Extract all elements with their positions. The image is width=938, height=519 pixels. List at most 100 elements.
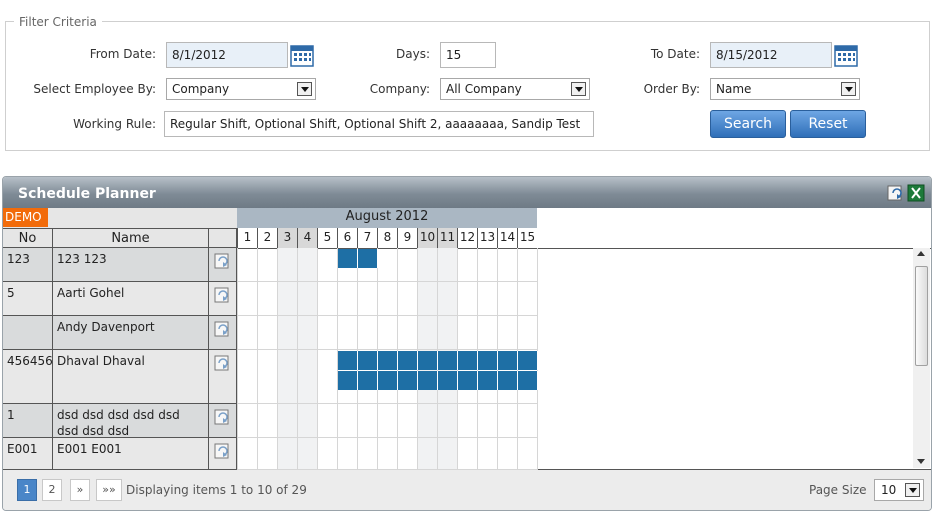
scheduled-shift-block[interactable] xyxy=(398,351,418,370)
scheduled-shift-block[interactable] xyxy=(358,351,378,370)
schedule-planner-panel: Schedule Planner No Name DEMO August 201… xyxy=(2,176,932,511)
chevron-down-icon xyxy=(571,82,586,96)
page-size-label: Page Size xyxy=(809,483,867,497)
refresh-icon[interactable] xyxy=(887,184,905,202)
edit-schedule-icon[interactable] xyxy=(214,354,232,372)
grid-row-line xyxy=(237,437,537,438)
schedule-grid: No Name DEMO August 2012 1 2 3 4 5 6 7 8 9 10 11 12… xyxy=(3,208,931,470)
from-date-label: From Date: xyxy=(89,47,156,61)
scheduled-shift-block[interactable] xyxy=(358,371,378,390)
company-value: All Company xyxy=(446,82,522,96)
scheduled-shift-block[interactable] xyxy=(478,351,498,370)
scheduled-shift-block[interactable] xyxy=(398,371,418,390)
edit-schedule-icon[interactable] xyxy=(214,408,232,426)
scheduled-shift-block[interactable] xyxy=(458,371,478,390)
scheduled-shift-block[interactable] xyxy=(518,371,538,390)
order-by-label: Order By: xyxy=(643,82,700,96)
panel-title: Schedule Planner xyxy=(18,186,156,202)
scheduled-shift-block[interactable] xyxy=(418,371,438,390)
row-no-cell: 5 xyxy=(3,282,53,316)
chevron-down-icon xyxy=(297,82,312,96)
day-header-cell: 13 xyxy=(477,228,497,248)
row-no-cell: 123 xyxy=(3,248,53,282)
scheduled-shift-block[interactable] xyxy=(338,249,358,268)
page-size-dropdown[interactable]: 10 xyxy=(874,479,924,501)
grid-row-line xyxy=(237,403,537,404)
column-header-no: No xyxy=(3,228,53,248)
page-size-value: 10 xyxy=(881,483,897,497)
grid-row-line xyxy=(237,349,537,350)
scheduled-shift-block[interactable] xyxy=(498,371,518,390)
scroll-up-icon[interactable] xyxy=(917,251,925,256)
edit-schedule-icon[interactable] xyxy=(214,320,232,338)
scheduled-shift-block[interactable] xyxy=(498,351,518,370)
row-name-cell: 123 123 xyxy=(53,248,209,282)
scheduled-shift-block[interactable] xyxy=(458,351,478,370)
from-date-input[interactable] xyxy=(166,42,288,68)
scheduled-shift-block[interactable] xyxy=(438,371,458,390)
row-no-cell: E001 xyxy=(3,438,53,470)
to-date-calendar-icon[interactable] xyxy=(834,43,858,67)
vertical-scrollbar[interactable] xyxy=(913,248,930,468)
panel-header: Schedule Planner xyxy=(3,177,931,208)
scroll-down-icon[interactable] xyxy=(917,459,925,464)
row-action-cell xyxy=(209,350,237,404)
day-header-cell: 9 xyxy=(397,228,417,248)
scheduled-shift-block[interactable] xyxy=(418,351,438,370)
select-employee-dropdown[interactable]: Company xyxy=(166,78,316,100)
row-name-cell: E001 E001 xyxy=(53,438,209,470)
order-by-dropdown[interactable]: Name xyxy=(710,78,860,100)
row-action-cell xyxy=(209,282,237,316)
edit-schedule-icon[interactable] xyxy=(214,286,232,304)
row-name-cell: dsd dsd dsd dsd dsd dsd dsd dsd xyxy=(53,404,209,438)
scheduled-shift-block[interactable] xyxy=(358,249,378,268)
order-by-value: Name xyxy=(716,82,752,96)
scheduled-shift-block[interactable] xyxy=(378,351,398,370)
scrollbar-thumb[interactable] xyxy=(915,266,928,366)
scheduled-shift-block[interactable] xyxy=(378,371,398,390)
scheduled-shift-block[interactable] xyxy=(478,371,498,390)
day-header-cell: 6 xyxy=(337,228,357,248)
chevron-down-icon xyxy=(905,483,920,497)
grid-row-line xyxy=(237,315,537,316)
to-date-input[interactable] xyxy=(710,42,832,68)
working-rule-input[interactable] xyxy=(164,111,594,137)
reset-button[interactable]: Reset xyxy=(790,110,866,138)
row-no-cell: 456456 xyxy=(3,350,53,404)
edit-schedule-icon[interactable] xyxy=(214,442,232,460)
chevron-down-icon xyxy=(841,82,856,96)
day-header-cell: 15 xyxy=(517,228,537,248)
grid-row-line xyxy=(237,281,537,282)
select-employee-label: Select Employee By: xyxy=(33,82,156,96)
search-button[interactable]: Search xyxy=(710,110,786,138)
to-date-label: To Date: xyxy=(650,47,700,61)
day-header-cell: 1 xyxy=(237,228,257,248)
scheduled-shift-block[interactable] xyxy=(338,351,358,370)
scheduled-shift-block[interactable] xyxy=(338,371,358,390)
edit-schedule-icon[interactable] xyxy=(214,252,232,270)
next-page-button[interactable]: » xyxy=(70,479,90,501)
row-action-cell xyxy=(209,248,237,282)
page-2-button[interactable]: 2 xyxy=(42,479,62,501)
from-date-calendar-icon[interactable] xyxy=(290,43,314,67)
row-no-cell: 1 xyxy=(3,404,53,438)
day-header-cell: 14 xyxy=(497,228,517,248)
filter-criteria-legend: Filter Criteria xyxy=(14,15,102,29)
scheduled-shift-block[interactable] xyxy=(438,351,458,370)
pager-status-text: Displaying items 1 to 10 of 29 xyxy=(126,483,307,497)
days-input[interactable] xyxy=(440,42,496,68)
row-name-cell: Andy Davenport xyxy=(53,316,209,350)
row-no-cell xyxy=(3,316,53,350)
company-dropdown[interactable]: All Company xyxy=(440,78,590,100)
day-header-cell: 11 xyxy=(437,228,457,248)
pager-footer: 1 2 » »» Displaying items 1 to 10 of 29 … xyxy=(3,470,931,510)
last-page-button[interactable]: »» xyxy=(96,479,122,501)
demo-badge: DEMO xyxy=(3,208,48,227)
day-header-cell: 3 xyxy=(277,228,297,248)
page-1-button[interactable]: 1 xyxy=(17,479,37,501)
company-label: Company: xyxy=(369,82,430,96)
scheduled-shift-block[interactable] xyxy=(518,351,538,370)
day-header-cell: 7 xyxy=(357,228,377,248)
excel-export-icon[interactable] xyxy=(907,184,925,202)
day-header-cell: 2 xyxy=(257,228,277,248)
